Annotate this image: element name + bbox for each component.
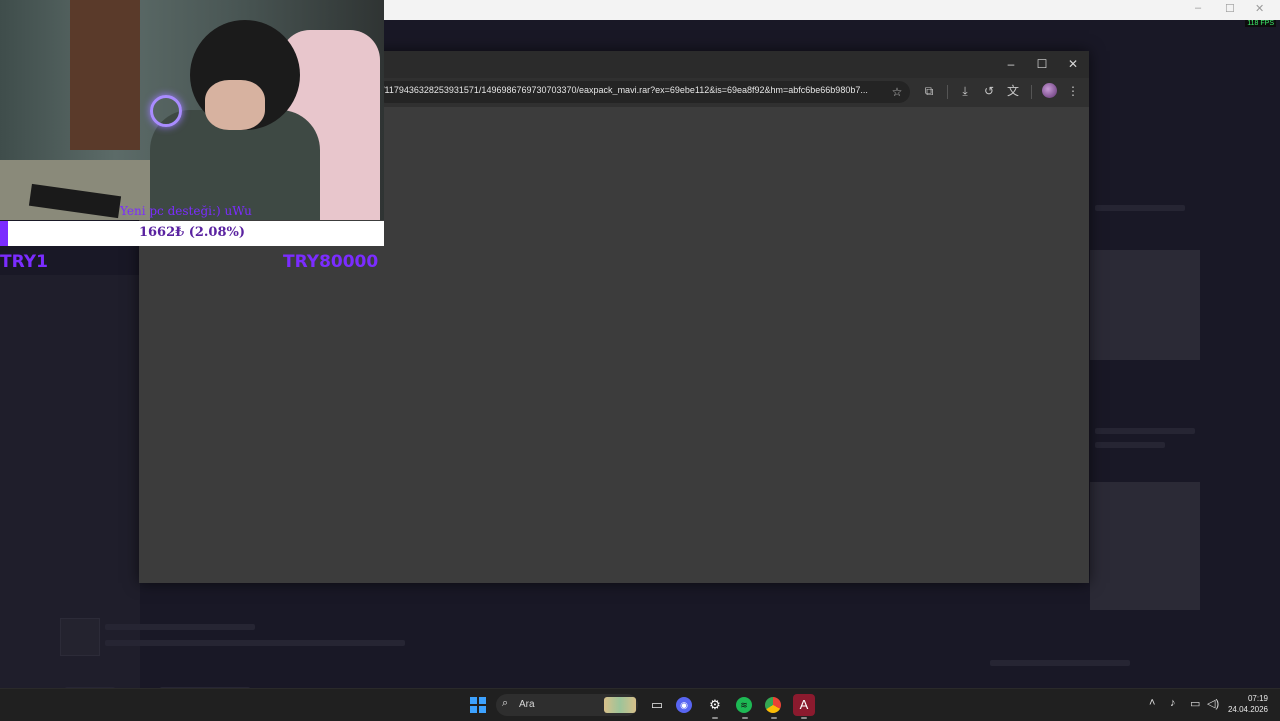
- clock-date: 24.04.2026: [1227, 705, 1268, 714]
- taskbar: ⌕ Ara ▭ ◉ ⚙ ≋ A ˄ ♪ ▭ ◁) 07:19 24.04.202…: [0, 688, 1280, 721]
- close-icon[interactable]: ✕: [1255, 2, 1264, 15]
- running-indicator: [801, 717, 807, 719]
- translate-icon[interactable]: 文: [1005, 83, 1021, 99]
- background-text-line: [990, 660, 1130, 666]
- file-explorer-icon[interactable]: ▭: [647, 695, 667, 715]
- url-text[interactable]: /1179436328253931571/1496986769730703370…: [382, 85, 877, 95]
- background-thumbnail: [1090, 250, 1200, 360]
- webcam-person-face: [205, 80, 265, 130]
- running-indicator: [742, 717, 748, 719]
- microphone-icon[interactable]: ♪: [1170, 697, 1176, 709]
- maximize-button[interactable]: ☐: [1032, 56, 1052, 72]
- search-highlight-image: [604, 697, 636, 713]
- taskbar-search[interactable]: ⌕ Ara: [496, 694, 638, 716]
- windows-start-icon[interactable]: [470, 697, 486, 713]
- webcam-shelf: [70, 0, 140, 150]
- donation-goal-text: 1662₺ (2.08%): [138, 225, 246, 240]
- history-icon[interactable]: ↺: [981, 83, 997, 99]
- clock[interactable]: 07:19 24.04.2026: [1228, 693, 1268, 715]
- background-text-line: [1095, 442, 1165, 448]
- spotify-icon[interactable]: ≋: [736, 697, 752, 713]
- download-icon[interactable]: ⤓: [957, 83, 973, 99]
- extensions-icon[interactable]: ⧉: [921, 83, 937, 99]
- clock-time: 07:19: [1247, 694, 1268, 703]
- fps-counter: 118 FPS: [1245, 20, 1276, 27]
- display-icon[interactable]: ▭: [1190, 697, 1200, 710]
- running-indicator: [712, 717, 718, 719]
- chrome-icon[interactable]: [765, 697, 781, 713]
- goal-min-label: TRY1: [0, 252, 48, 272]
- toolbar-divider: [947, 85, 948, 99]
- chevron-up-icon[interactable]: ˄: [1149, 697, 1155, 709]
- close-button[interactable]: ✕: [1063, 56, 1083, 72]
- ring-light: [150, 95, 182, 127]
- minimize-button[interactable]: –: [1001, 56, 1021, 72]
- discord-icon[interactable]: ◉: [676, 697, 692, 713]
- minimize-icon[interactable]: –: [1195, 2, 1201, 14]
- maximize-icon[interactable]: ☐: [1225, 2, 1235, 15]
- webcam-overlay: Yeni pc desteği:) uWu: [0, 0, 384, 220]
- running-indicator: [771, 717, 777, 719]
- address-bar[interactable]: /1179436328253931571/1496986769730703370…: [375, 81, 910, 103]
- background-text-line: [1095, 428, 1195, 434]
- cam-caption: Yeni pc desteği:) uWu: [120, 204, 252, 218]
- background-thumbnail: [1090, 482, 1200, 610]
- background-text-line: [105, 640, 405, 646]
- goal-max-label: TRY80000: [283, 252, 379, 272]
- menu-icon[interactable]: ⋮: [1065, 83, 1081, 99]
- toolbar-divider: [1031, 85, 1032, 99]
- streaming-app-icon[interactable]: A: [793, 694, 815, 716]
- background-text-line: [105, 624, 255, 630]
- search-label: Ara: [519, 699, 535, 710]
- star-icon[interactable]: ☆: [889, 84, 905, 100]
- volume-icon[interactable]: ◁): [1207, 697, 1219, 710]
- profile-avatar[interactable]: [1042, 83, 1057, 98]
- steam-icon[interactable]: ⚙: [705, 695, 725, 715]
- search-icon: ⌕: [502, 697, 509, 709]
- background-text-line: [1095, 205, 1185, 211]
- background-logo: [60, 618, 100, 656]
